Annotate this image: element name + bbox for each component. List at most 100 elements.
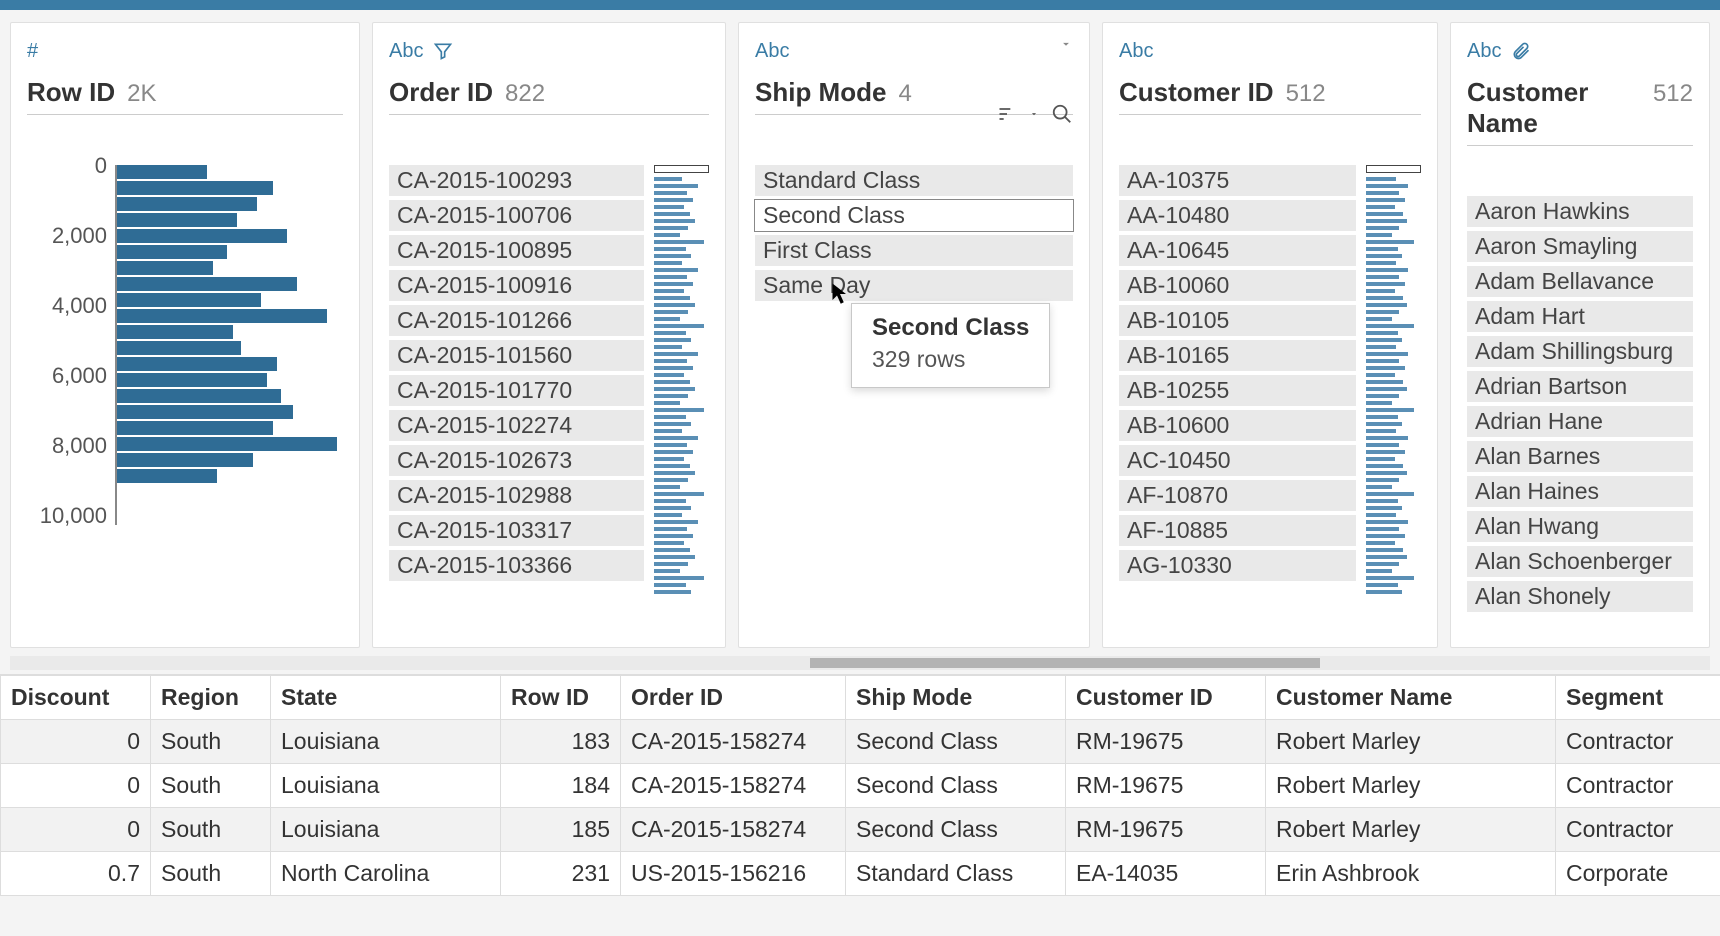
value-item[interactable]: Same Day <box>755 270 1073 301</box>
histogram-bar[interactable] <box>117 389 281 403</box>
cell-shipmode[interactable]: Second Class <box>846 764 1066 808</box>
value-item[interactable]: Adrian Hane <box>1467 406 1693 437</box>
cell-discount[interactable]: 0.7 <box>1 852 151 896</box>
histogram-bar[interactable] <box>117 469 217 483</box>
field-card-orderid[interactable]: Abc Order ID 822 CA-2015-100293CA-2015-1… <box>372 22 726 648</box>
cell-state[interactable]: Louisiana <box>271 808 501 852</box>
histogram-bar[interactable] <box>117 229 287 243</box>
value-item[interactable]: First Class <box>755 235 1073 266</box>
cell-shipmode[interactable]: Second Class <box>846 720 1066 764</box>
cell-custname[interactable]: Erin Ashbrook <box>1266 852 1556 896</box>
value-item[interactable]: Alan Shonely <box>1467 581 1693 612</box>
cell-state[interactable]: Louisiana <box>271 764 501 808</box>
value-item[interactable]: CA-2015-102274 <box>389 410 644 441</box>
value-item[interactable]: AC-10450 <box>1119 445 1356 476</box>
column-header[interactable]: Region <box>151 676 271 720</box>
cell-rowid[interactable]: 185 <box>501 808 621 852</box>
value-item[interactable]: AA-10375 <box>1119 165 1356 196</box>
histogram-bar[interactable] <box>117 181 273 195</box>
value-item[interactable]: CA-2015-101560 <box>389 340 644 371</box>
table-row[interactable]: 0SouthLouisiana184CA-2015-158274Second C… <box>1 764 1720 808</box>
value-item[interactable]: CA-2015-103317 <box>389 515 644 546</box>
histogram-bar[interactable] <box>117 437 337 451</box>
column-header[interactable]: Row ID <box>501 676 621 720</box>
column-header[interactable]: State <box>271 676 501 720</box>
table-row[interactable]: 0SouthLouisiana183CA-2015-158274Second C… <box>1 720 1720 764</box>
value-item[interactable]: Alan Barnes <box>1467 441 1693 472</box>
minimap[interactable] <box>1366 165 1421 595</box>
cell-discount[interactable]: 0 <box>1 808 151 852</box>
card-menu[interactable] <box>1059 37 1073 51</box>
histogram-bar[interactable] <box>117 341 241 355</box>
cell-segment[interactable]: Contractor <box>1556 808 1720 852</box>
value-item[interactable]: Aaron Smayling <box>1467 231 1693 262</box>
histogram-bar[interactable] <box>117 405 293 419</box>
cards-scrollbar[interactable] <box>10 656 1710 670</box>
value-item[interactable]: CA-2015-101266 <box>389 305 644 336</box>
column-header[interactable]: Customer ID <box>1066 676 1266 720</box>
value-item[interactable]: Adam Shillingsburg <box>1467 336 1693 367</box>
field-card-custname[interactable]: Abc Customer Name 512 Aaron HawkinsAaron… <box>1450 22 1710 648</box>
histogram-bar[interactable] <box>117 261 213 275</box>
rowid-histogram[interactable]: 02,0004,0006,0008,00010,000 <box>27 165 343 525</box>
column-header[interactable]: Customer Name <box>1266 676 1556 720</box>
value-item[interactable]: CA-2015-100706 <box>389 200 644 231</box>
column-header[interactable]: Ship Mode <box>846 676 1066 720</box>
field-card-shipmode[interactable]: Abc Ship Mode 4 Standard ClassSecond Cla… <box>738 22 1090 648</box>
field-card-custid[interactable]: Abc Customer ID 512 AA-10375AA-10480AA-1… <box>1102 22 1438 648</box>
cell-region[interactable]: South <box>151 808 271 852</box>
value-item[interactable]: AB-10060 <box>1119 270 1356 301</box>
histogram-bar[interactable] <box>117 197 257 211</box>
sort-icon[interactable] <box>997 104 1017 124</box>
cell-region[interactable]: South <box>151 852 271 896</box>
scrollbar-thumb[interactable] <box>810 658 1320 668</box>
histogram-bar[interactable] <box>117 325 233 339</box>
cell-segment[interactable]: Corporate <box>1556 852 1720 896</box>
histogram-bar[interactable] <box>117 213 237 227</box>
table-row[interactable]: 0.7SouthNorth Carolina231US-2015-156216S… <box>1 852 1720 896</box>
histogram-bar[interactable] <box>117 277 297 291</box>
cell-custid[interactable]: RM-19675 <box>1066 808 1266 852</box>
histogram-bar[interactable] <box>117 165 207 179</box>
value-item[interactable]: Second Class <box>755 200 1073 231</box>
value-item[interactable]: AB-10105 <box>1119 305 1356 336</box>
histogram-bar[interactable] <box>117 453 253 467</box>
value-item[interactable]: AA-10480 <box>1119 200 1356 231</box>
value-item[interactable]: Adam Hart <box>1467 301 1693 332</box>
cell-state[interactable]: Louisiana <box>271 720 501 764</box>
filter-icon[interactable] <box>433 41 453 61</box>
cell-rowid[interactable]: 231 <box>501 852 621 896</box>
cell-orderid[interactable]: CA-2015-158274 <box>621 808 846 852</box>
cell-custname[interactable]: Robert Marley <box>1266 764 1556 808</box>
value-item[interactable]: Adrian Bartson <box>1467 371 1693 402</box>
cell-custname[interactable]: Robert Marley <box>1266 720 1556 764</box>
column-header[interactable]: Segment <box>1556 676 1720 720</box>
value-item[interactable]: CA-2015-100895 <box>389 235 644 266</box>
value-item[interactable]: AB-10600 <box>1119 410 1356 441</box>
value-item[interactable]: Alan Schoenberger <box>1467 546 1693 577</box>
cell-orderid[interactable]: US-2015-156216 <box>621 852 846 896</box>
value-item[interactable]: Adam Bellavance <box>1467 266 1693 297</box>
cell-custid[interactable]: RM-19675 <box>1066 764 1266 808</box>
cell-region[interactable]: South <box>151 720 271 764</box>
value-item[interactable]: AF-10885 <box>1119 515 1356 546</box>
value-item[interactable]: CA-2015-102988 <box>389 480 644 511</box>
value-item[interactable]: AB-10165 <box>1119 340 1356 371</box>
cell-shipmode[interactable]: Standard Class <box>846 852 1066 896</box>
cell-discount[interactable]: 0 <box>1 764 151 808</box>
cell-custname[interactable]: Robert Marley <box>1266 808 1556 852</box>
cell-segment[interactable]: Contractor <box>1556 720 1720 764</box>
search-icon[interactable] <box>1051 103 1073 125</box>
value-item[interactable]: CA-2015-103366 <box>389 550 644 581</box>
column-header[interactable]: Discount <box>1 676 151 720</box>
value-item[interactable]: Alan Haines <box>1467 476 1693 507</box>
cell-region[interactable]: South <box>151 764 271 808</box>
value-item[interactable]: CA-2015-100916 <box>389 270 644 301</box>
value-item[interactable]: CA-2015-102673 <box>389 445 644 476</box>
histogram-bar[interactable] <box>117 293 261 307</box>
dropdown-icon[interactable] <box>1029 109 1039 119</box>
cell-segment[interactable]: Contractor <box>1556 764 1720 808</box>
cell-rowid[interactable]: 183 <box>501 720 621 764</box>
histogram-bar[interactable] <box>117 309 327 323</box>
cell-orderid[interactable]: CA-2015-158274 <box>621 720 846 764</box>
